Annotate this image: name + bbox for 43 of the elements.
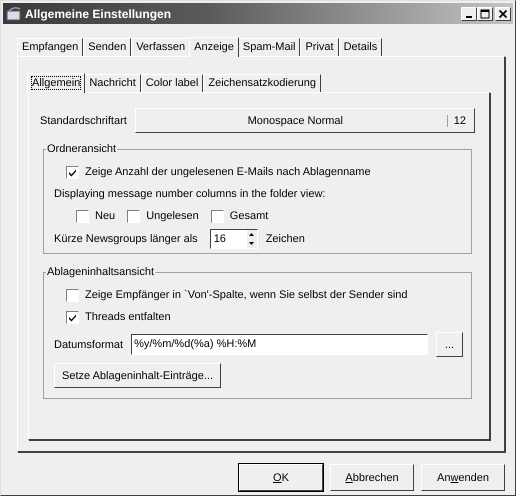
dialog-button[interactable]: Abbrechen (330, 464, 414, 491)
dialog-button[interactable]: Anwenden (421, 464, 505, 491)
browse-button[interactable]: ... (436, 332, 463, 357)
tab[interactable]: Color label (140, 74, 204, 92)
group-title: Ordneransicht (46, 143, 118, 155)
tab[interactable]: Anzeige (189, 37, 239, 57)
tab[interactable]: Privat (300, 38, 339, 56)
window-title: Allgemeine Einstellungen (25, 6, 172, 20)
checkbox[interactable] (210, 210, 224, 222)
checkbox[interactable] (66, 310, 79, 324)
maximize-icon[interactable] (477, 6, 493, 20)
set-entries-button[interactable]: Setze Ablageninhalt-Einträge... (54, 363, 222, 388)
tab[interactable]: Verfassen (131, 38, 190, 56)
checkbox[interactable] (66, 166, 79, 178)
app-icon (6, 6, 22, 22)
tab[interactable]: Spam-Mail (238, 38, 300, 56)
unit-label: Zeichen (266, 233, 305, 245)
input-field[interactable]: %y/%m/%d(%a) %H:%M (131, 334, 428, 355)
close-icon[interactable] (495, 6, 511, 20)
tab[interactable]: Allgemein (27, 73, 86, 93)
checkbox-label: Gesamt (230, 210, 268, 222)
spin-field[interactable]: 16 (210, 229, 258, 249)
checkbox-label: Zeige Anzahl der ungelesenen E-Mails nach Ablagenname (85, 166, 371, 178)
checkbox[interactable] (127, 210, 140, 222)
label: Displaying message number columns in the folder view: (54, 188, 326, 200)
tab[interactable]: Empfangen (17, 38, 84, 56)
checkbox-label: Threads entfalten (85, 311, 171, 323)
tab[interactable]: Senden (83, 38, 132, 56)
tab[interactable]: Nachricht (84, 74, 141, 92)
checkbox[interactable] (76, 210, 89, 222)
minimize-icon[interactable] (461, 6, 477, 20)
tab[interactable]: Details (338, 38, 382, 56)
tab[interactable]: Zeichensatzkodierung (203, 74, 321, 92)
font-button[interactable]: Monospace Normal 12 (134, 108, 475, 133)
field-label: Kürze Newsgroups länger als (54, 233, 198, 245)
checkbox-label: Zeige Empfänger in `Von'-Spalte, wenn Sie selbst der Sender sind (85, 289, 408, 301)
group-title: Ablageninhaltsansicht (46, 266, 156, 278)
checkbox-label: Ungelesen (146, 210, 199, 222)
checkbox[interactable] (66, 288, 79, 302)
field-label: Datumsformat (54, 338, 124, 350)
field-label: Standardschriftart (40, 114, 127, 126)
dialog-button[interactable]: OK (239, 464, 323, 491)
checkbox-label: Neu (95, 210, 116, 222)
